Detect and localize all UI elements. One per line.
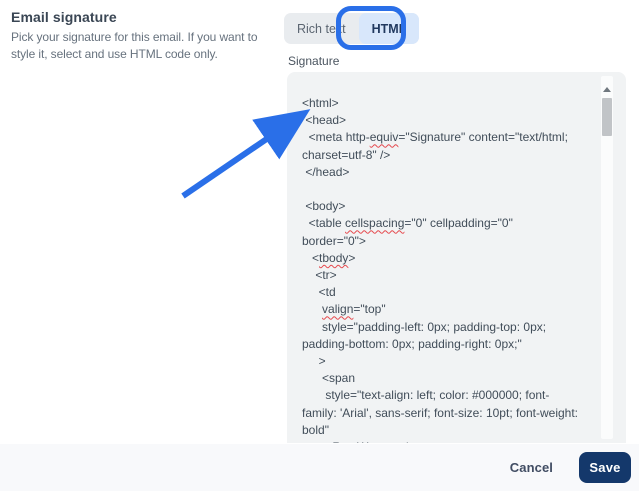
signature-mode-toggle: Rich text HTML [284,13,419,44]
page-description: Pick your signature for this email. If y… [11,29,283,63]
signature-code-editor[interactable]: <html> <head> <meta http-equiv="Signatur… [287,72,626,443]
save-button[interactable]: Save [579,452,631,483]
signature-field-label: Signature [288,54,339,68]
cancel-button[interactable]: Cancel [510,460,553,475]
scrollbar-thumb[interactable] [602,98,612,136]
email-signature-settings-panel: Email signature Pick your signature for … [0,0,639,491]
rich-text-tab[interactable]: Rich text [284,13,359,44]
footer-action-bar: Cancel Save [0,444,639,491]
scrollbar-up-arrow-icon[interactable] [601,84,613,94]
editor-scrollbar[interactable] [601,76,613,439]
intro-section: Email signature Pick your signature for … [11,9,283,63]
html-tab[interactable]: HTML [359,13,420,44]
signature-code-content[interactable]: <html> <head> <meta http-equiv="Signatur… [302,95,600,443]
page-title: Email signature [11,9,283,25]
